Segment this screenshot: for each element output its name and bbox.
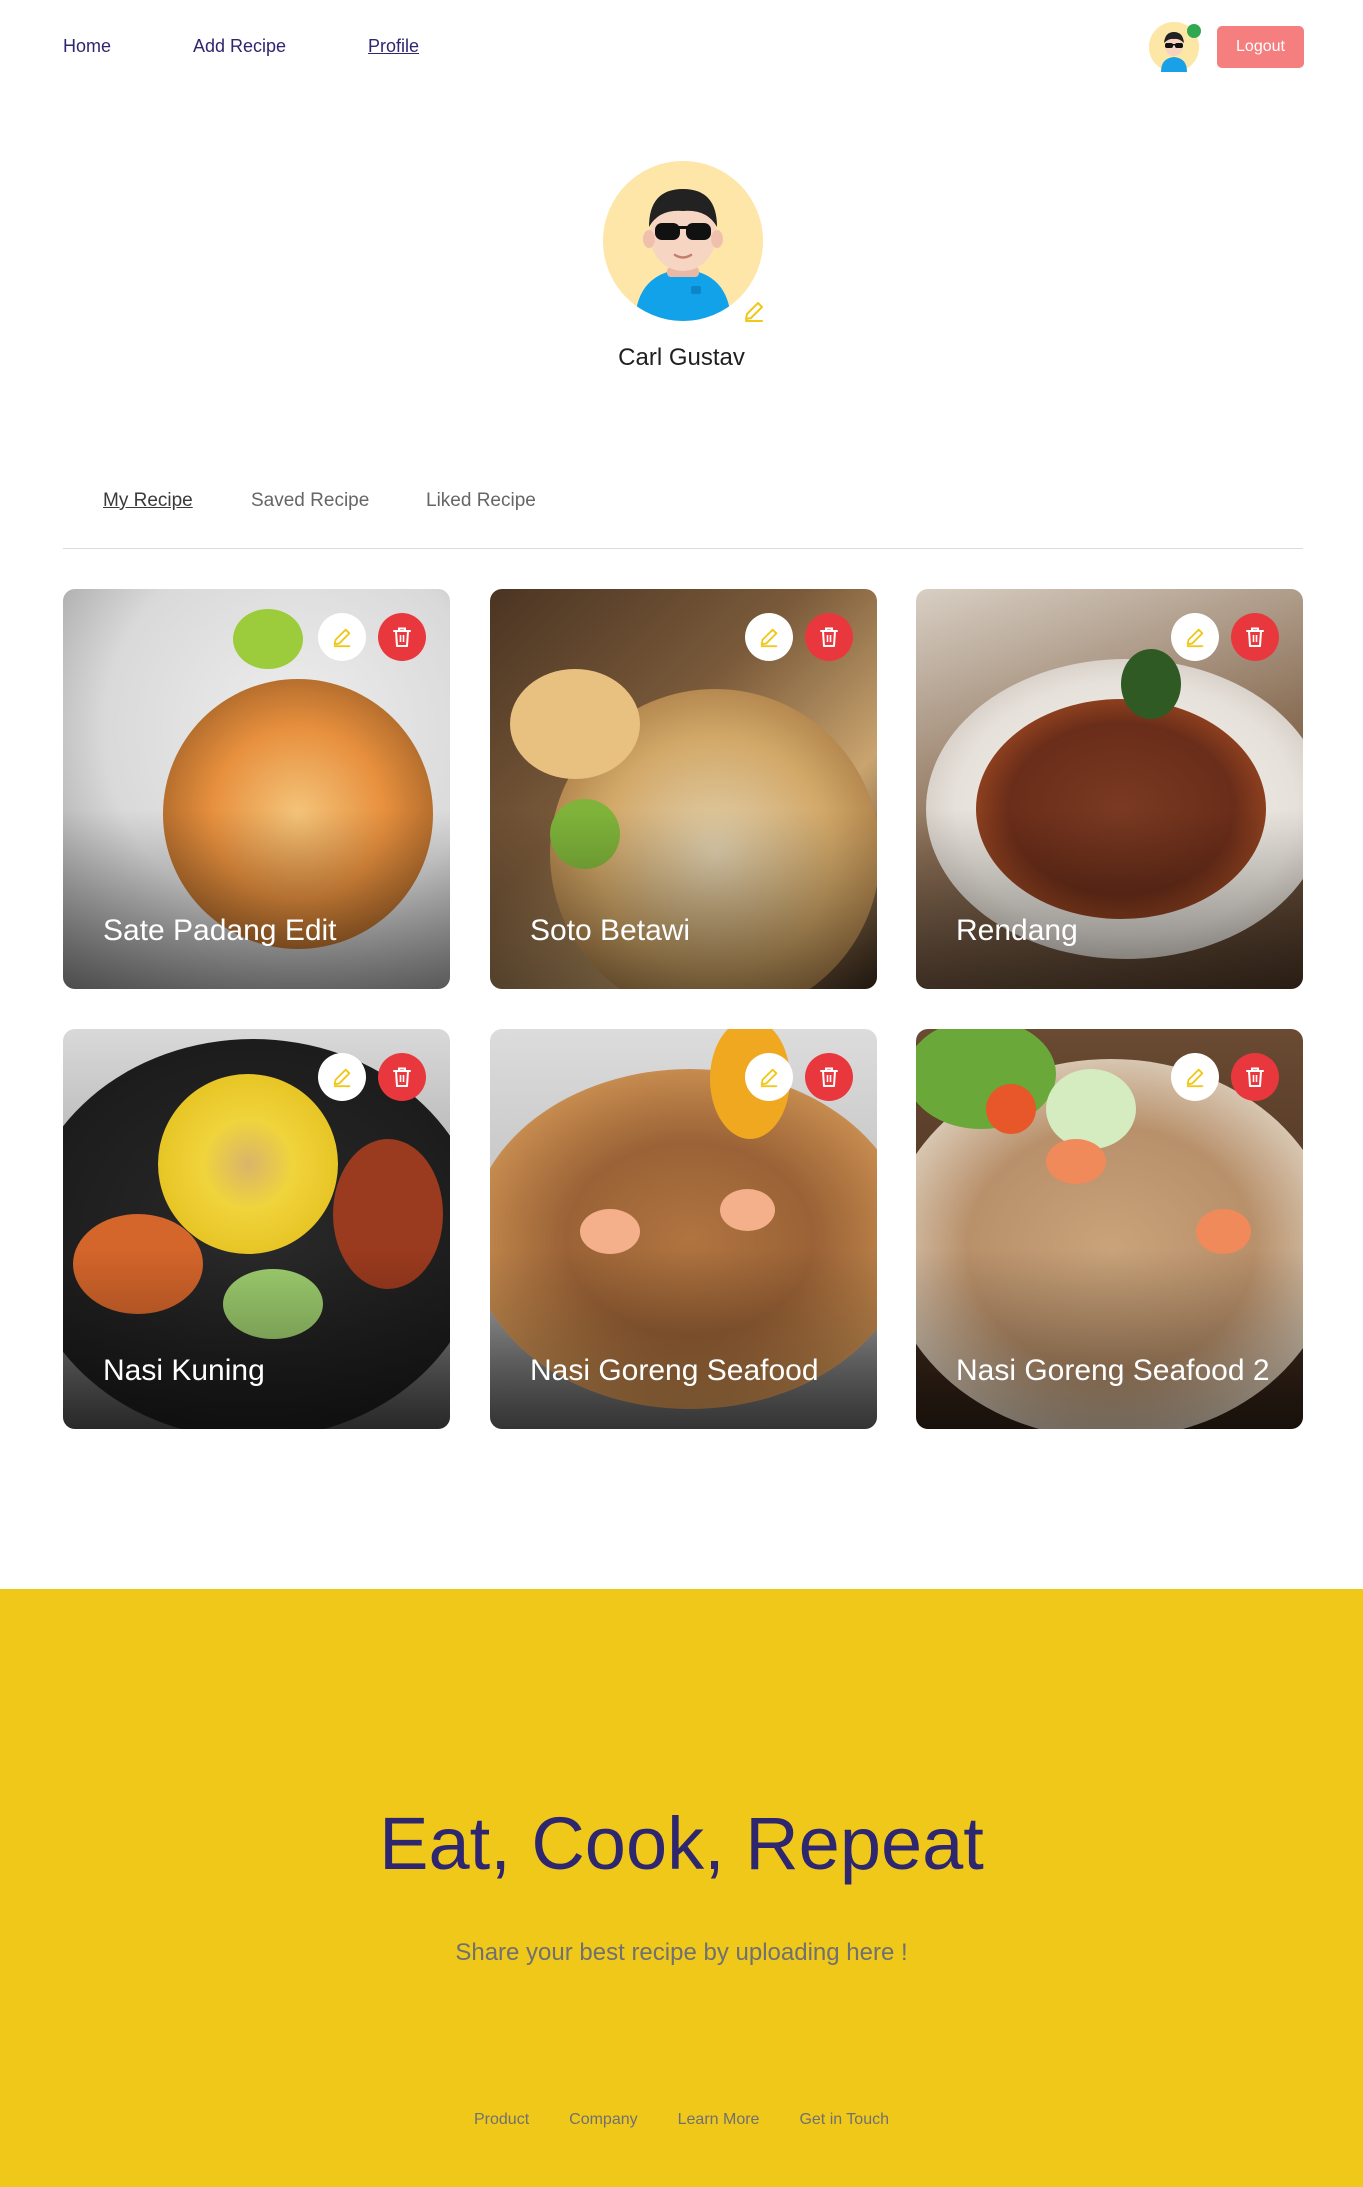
recipe-title: Soto Betawi xyxy=(530,914,691,947)
delete-recipe-button[interactable] xyxy=(805,1053,853,1101)
pencil-icon xyxy=(760,628,778,648)
trash-icon xyxy=(393,627,411,647)
footer-heading: Eat, Cook, Repeat xyxy=(379,1802,984,1885)
pencil-icon xyxy=(333,1068,351,1088)
nav-home-link[interactable]: Home xyxy=(63,36,111,57)
recipe-title: Nasi Kuning xyxy=(103,1354,265,1387)
edit-recipe-button[interactable] xyxy=(318,1053,366,1101)
recipe-card[interactable]: Nasi Goreng Seafood 2 xyxy=(916,1029,1303,1429)
recipe-title: Rendang xyxy=(956,914,1078,947)
top-navbar: Home Add Recipe Profile Logout xyxy=(0,0,1363,95)
delete-recipe-button[interactable] xyxy=(378,1053,426,1101)
recipe-title: Sate Padang Edit xyxy=(103,914,337,947)
trash-icon xyxy=(1246,627,1264,647)
footer-link-product[interactable]: Product xyxy=(474,2111,529,2129)
delete-recipe-button[interactable] xyxy=(378,613,426,661)
trash-icon xyxy=(820,627,838,647)
footer: Eat, Cook, Repeat Share your best recipe… xyxy=(0,1589,1363,2187)
nav-add-recipe-link[interactable]: Add Recipe xyxy=(193,36,286,57)
trash-icon xyxy=(820,1067,838,1087)
online-status-dot xyxy=(1187,24,1201,38)
delete-recipe-button[interactable] xyxy=(1231,613,1279,661)
recipe-title: Nasi Goreng Seafood 2 xyxy=(956,1354,1270,1387)
recipe-card[interactable]: Soto Betawi xyxy=(490,589,877,989)
profile-avatar-illustration xyxy=(603,161,763,321)
footer-links: Product Company Learn More Get in Touch xyxy=(0,2111,1363,2129)
trash-icon xyxy=(1246,1067,1264,1087)
edit-profile-pencil-icon[interactable] xyxy=(742,299,766,323)
delete-recipe-button[interactable] xyxy=(805,613,853,661)
nav-profile-link[interactable]: Profile xyxy=(368,36,419,57)
edit-recipe-button[interactable] xyxy=(1171,1053,1219,1101)
pencil-icon xyxy=(333,628,351,648)
footer-subtitle: Share your best recipe by uploading here… xyxy=(455,1939,908,1966)
logout-button[interactable]: Logout xyxy=(1217,26,1304,68)
recipe-card[interactable]: Sate Padang Edit xyxy=(63,589,450,989)
pencil-icon xyxy=(1186,628,1204,648)
footer-link-learn-more[interactable]: Learn More xyxy=(678,2111,760,2129)
tab-liked-recipe[interactable]: Liked Recipe xyxy=(426,490,536,512)
pencil-icon xyxy=(760,1068,778,1088)
delete-recipe-button[interactable] xyxy=(1231,1053,1279,1101)
tab-saved-recipe[interactable]: Saved Recipe xyxy=(251,490,369,512)
edit-recipe-button[interactable] xyxy=(745,613,793,661)
recipe-card[interactable]: Rendang xyxy=(916,589,1303,989)
edit-recipe-button[interactable] xyxy=(1171,613,1219,661)
profile-avatar xyxy=(603,161,763,321)
edit-recipe-button[interactable] xyxy=(318,613,366,661)
tabs-divider xyxy=(63,548,1303,549)
footer-link-company[interactable]: Company xyxy=(569,2111,637,2129)
tab-my-recipe[interactable]: My Recipe xyxy=(103,490,193,512)
pencil-icon xyxy=(1186,1068,1204,1088)
footer-link-get-in-touch[interactable]: Get in Touch xyxy=(799,2111,889,2129)
trash-icon xyxy=(393,1067,411,1087)
profile-name: Carl Gustav xyxy=(618,344,745,371)
recipe-card[interactable]: Nasi Kuning xyxy=(63,1029,450,1429)
edit-recipe-button[interactable] xyxy=(745,1053,793,1101)
user-avatar[interactable] xyxy=(1149,22,1201,72)
recipe-title: Nasi Goreng Seafood xyxy=(530,1354,819,1387)
recipe-card[interactable]: Nasi Goreng Seafood xyxy=(490,1029,877,1429)
